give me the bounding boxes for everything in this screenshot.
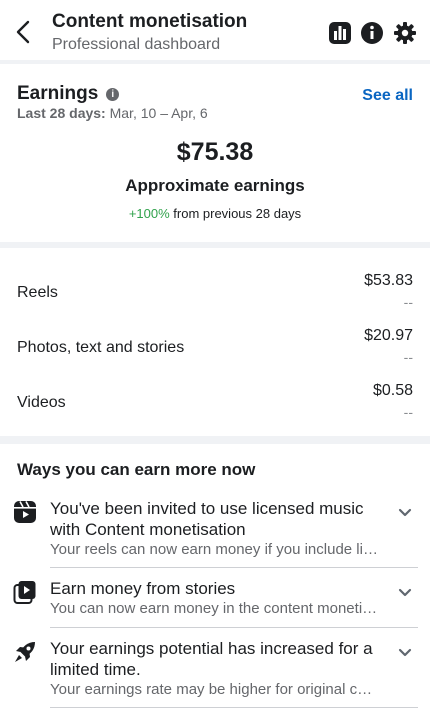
- change-percent: +100%: [128, 206, 170, 221]
- chevron-down-icon[interactable]: [398, 588, 412, 598]
- info-icon[interactable]: [360, 21, 384, 45]
- page-subtitle: Professional dashboard: [52, 36, 221, 53]
- stories-play-icon: [13, 581, 36, 604]
- period-text: Last 28 days: Mar, 10 – Apr, 6: [17, 105, 208, 121]
- tip-stories[interactable]: Earn money from stories You can now earn…: [0, 574, 430, 626]
- reels-clapper-icon: [14, 501, 36, 523]
- top-app-bar: Content monetisation Professional dashbo…: [0, 0, 430, 60]
- divider: [50, 627, 418, 628]
- back-arrow-icon[interactable]: [12, 18, 36, 46]
- see-all-link[interactable]: See all: [362, 87, 413, 105]
- earnings-amount-label: Approximate earnings: [125, 176, 305, 195]
- earnings-amount: $75.38: [176, 138, 254, 166]
- chevron-down-icon[interactable]: [398, 508, 412, 518]
- tip-earnings-potential[interactable]: Your earnings potential has increased fo…: [0, 634, 430, 706]
- breakdown-row-reels[interactable]: Reels $53.83 --: [0, 264, 430, 319]
- rocket-icon: [15, 642, 35, 662]
- bar-chart-icon[interactable]: [328, 21, 352, 45]
- gear-icon[interactable]: [393, 21, 417, 45]
- divider: [50, 707, 418, 708]
- info-icon[interactable]: i: [106, 87, 120, 101]
- breakdown-row-photos[interactable]: Photos, text and stories $20.97 --: [0, 319, 430, 374]
- breakdown-row-videos[interactable]: Videos $0.58 --: [0, 374, 430, 429]
- earnings-change: +100% from previous 28 days: [128, 206, 302, 221]
- earnings-heading: Earnings i: [17, 83, 120, 105]
- chevron-down-icon[interactable]: [398, 648, 412, 658]
- tip-licensed-music[interactable]: You've been invited to use licensed musi…: [0, 494, 430, 566]
- divider: [50, 567, 418, 568]
- ways-heading: Ways you can earn more now: [17, 460, 256, 479]
- page-title: Content monetisation: [52, 11, 248, 32]
